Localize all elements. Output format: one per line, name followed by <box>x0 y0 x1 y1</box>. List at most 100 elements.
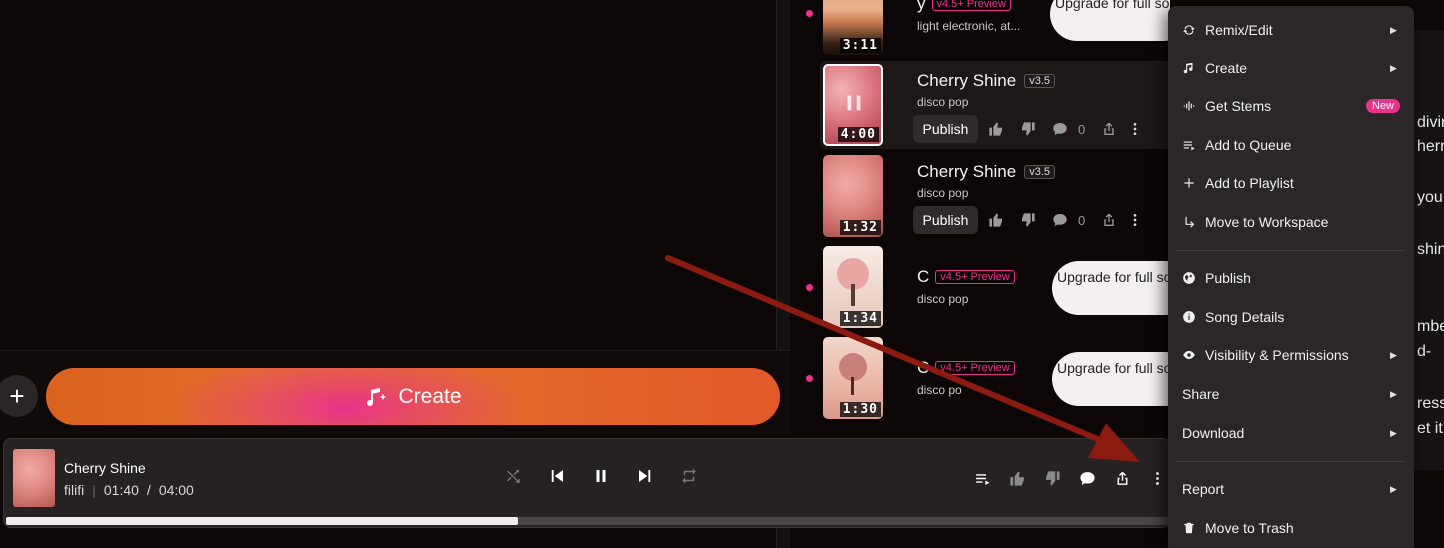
menu-item-song-details[interactable]: Song Details <box>1168 299 1414 335</box>
song-genre: disco po <box>917 383 962 397</box>
song-genre: light electronic, at... <box>917 19 1021 33</box>
publish-button[interactable]: Publish <box>913 115 978 143</box>
repeat-icon[interactable] <box>680 467 698 485</box>
progress-fill <box>6 517 519 525</box>
player-actions <box>974 470 1166 487</box>
song-row[interactable]: 1:32 Cherry Shine v3.5 disco pop Publish … <box>820 152 1180 240</box>
new-indicator-dot <box>806 284 813 291</box>
publish-button[interactable]: Publish <box>913 206 978 234</box>
shuffle-icon[interactable] <box>504 467 522 485</box>
plus-icon <box>1182 176 1196 190</box>
queue-icon[interactable] <box>974 470 991 487</box>
thumbs-up-icon[interactable] <box>1009 470 1026 487</box>
song-duration: 1:32 <box>839 220 881 235</box>
menu-item-download[interactable]: Download ▶ <box>1168 415 1414 451</box>
song-title[interactable]: y v4.5+ Preview <box>917 0 1011 14</box>
song-title[interactable]: Cherry Shine v3.5 <box>917 162 1056 182</box>
menu-item-visibility-permissions[interactable]: Visibility & Permissions ▶ <box>1168 337 1414 373</box>
submenu-caret-icon: ▶ <box>1390 24 1397 35</box>
song-duration: 4:00 <box>837 127 879 142</box>
comment-icon[interactable] <box>1052 121 1068 137</box>
more-vertical-icon[interactable] <box>1127 121 1143 137</box>
song-title[interactable]: Cv4.5+ Preview <box>917 358 1015 378</box>
total-time: 04:00 <box>158 482 194 498</box>
create-button-label: Create <box>398 384 462 408</box>
lyrics-panel: divin herry you shin mbe d- ress et it <box>1413 30 1444 470</box>
song-title[interactable]: Cherry Shine v3.5 <box>917 71 1056 91</box>
elapsed-time: 01:40 <box>103 482 139 498</box>
music-note-icon <box>1182 61 1196 75</box>
preview-badge: v4.5+ Preview <box>935 361 1015 375</box>
submenu-caret-icon: ▶ <box>1390 388 1397 399</box>
menu-item-add-to-queue[interactable]: Add to Queue <box>1168 127 1414 163</box>
song-actions: 0 <box>988 212 1143 228</box>
preview-badge: v4.5+ Preview <box>931 0 1011 11</box>
share-icon[interactable] <box>1114 470 1131 487</box>
menu-item-move-to-trash[interactable]: Move to Trash <box>1168 510 1414 546</box>
song-actions: 0 <box>988 121 1143 137</box>
info-icon <box>1182 310 1196 324</box>
menu-item-move-to-workspace[interactable]: Move to Workspace <box>1168 204 1414 240</box>
comment-count: 0 <box>1078 212 1086 228</box>
playback-progress-bar[interactable] <box>6 517 1170 525</box>
menu-item-create[interactable]: Create ▶ <box>1168 50 1414 86</box>
comment-icon[interactable] <box>1052 212 1068 228</box>
skip-next-icon[interactable] <box>636 467 654 485</box>
thumbs-down-icon[interactable] <box>1020 212 1036 228</box>
song-title[interactable]: Cv4.5+ Preview <box>917 267 1015 287</box>
song-duration: 1:30 <box>839 402 881 417</box>
move-arrow-icon <box>1182 215 1196 229</box>
player-cover[interactable] <box>13 449 55 507</box>
player-artist[interactable]: filifi <box>64 482 84 498</box>
pause-icon[interactable] <box>592 467 610 485</box>
song-cover[interactable]: 3:11 <box>823 0 883 55</box>
menu-separator <box>1176 461 1406 462</box>
menu-item-add-to-playlist[interactable]: Add to Playlist <box>1168 165 1414 201</box>
submenu-caret-icon: ▶ <box>1390 427 1397 438</box>
plus-icon: + <box>9 380 25 411</box>
song-genre: disco pop <box>917 292 969 306</box>
playback-controls <box>504 467 698 485</box>
thumbs-down-icon[interactable] <box>1020 121 1036 137</box>
song-duration: 1:34 <box>839 311 881 326</box>
player-meta: filifi | 01:40 / 04:00 <box>64 482 194 498</box>
pause-overlay-icon[interactable] <box>843 92 865 114</box>
stems-icon <box>1182 99 1196 113</box>
song-duration: 3:11 <box>839 38 881 53</box>
menu-item-publish[interactable]: Publish <box>1168 260 1414 296</box>
song-cover[interactable]: 1:34 <box>823 246 883 328</box>
song-genre: disco pop <box>917 186 969 200</box>
share-icon[interactable] <box>1101 212 1117 228</box>
remix-icon <box>1182 23 1196 37</box>
new-badge: New <box>1366 99 1401 113</box>
song-cover[interactable]: 1:30 <box>823 337 883 419</box>
share-icon[interactable] <box>1101 121 1117 137</box>
app-window: + Create 3:11 y v4.5+ Preview light elect… <box>0 0 1444 548</box>
song-row[interactable]: 4:00 Cherry Shine v3.5 disco pop Publish … <box>820 61 1180 149</box>
new-indicator-dot <box>806 10 813 17</box>
song-cover[interactable]: 4:00 <box>823 64 883 146</box>
workspace-left-pane <box>0 0 776 350</box>
skip-previous-icon[interactable] <box>548 467 566 485</box>
more-vertical-icon[interactable] <box>1149 470 1166 487</box>
thumbs-up-icon[interactable] <box>988 212 1004 228</box>
song-cover[interactable]: 1:32 <box>823 155 883 237</box>
thumbs-down-icon[interactable] <box>1044 470 1061 487</box>
menu-item-get-stems[interactable]: Get Stems New <box>1168 88 1414 124</box>
new-indicator-dot <box>806 375 813 382</box>
create-button[interactable]: Create <box>46 368 780 425</box>
submenu-caret-icon: ▶ <box>1390 62 1397 73</box>
more-vertical-icon[interactable] <box>1127 212 1143 228</box>
player-song-title[interactable]: Cherry Shine <box>64 460 146 476</box>
menu-item-report[interactable]: Report ▶ <box>1168 471 1414 507</box>
thumbs-up-icon[interactable] <box>988 121 1004 137</box>
comment-icon[interactable] <box>1079 470 1096 487</box>
menu-separator <box>1176 250 1406 251</box>
queue-icon <box>1182 138 1196 152</box>
trash-icon <box>1182 521 1196 535</box>
preview-badge: v4.5+ Preview <box>935 270 1015 284</box>
player-bar: Cherry Shine filifi | 01:40 / 04:00 <box>3 438 1171 528</box>
menu-item-share[interactable]: Share ▶ <box>1168 376 1414 412</box>
globe-icon <box>1182 271 1196 285</box>
menu-item-remix-edit[interactable]: Remix/Edit ▶ <box>1168 12 1414 48</box>
